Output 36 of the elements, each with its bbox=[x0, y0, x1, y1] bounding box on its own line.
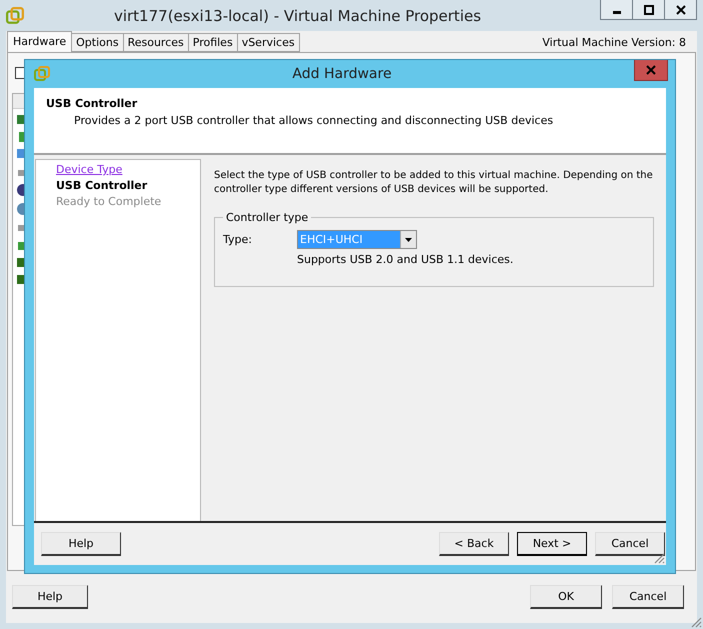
resize-grip[interactable] bbox=[653, 552, 665, 564]
minimize-icon bbox=[612, 11, 620, 14]
vm-logo-icon bbox=[34, 66, 50, 82]
maximize-button[interactable] bbox=[632, 0, 665, 20]
dialog-title: Add Hardware bbox=[291, 66, 393, 82]
wizard-button[interactable]: Cancel bbox=[595, 532, 665, 556]
wizard-button[interactable]: < Back bbox=[439, 532, 509, 556]
tab[interactable]: Profiles bbox=[188, 33, 238, 52]
maximize-icon bbox=[644, 4, 654, 14]
header-description: Provides a 2 port USB controller that allows connecting and disconnecting USB devices bbox=[73, 114, 554, 127]
vm-logo-icon bbox=[6, 6, 24, 24]
close-icon bbox=[646, 65, 656, 75]
step-label: Ready to Complete bbox=[56, 195, 162, 208]
step-label: USB Controller bbox=[56, 179, 148, 192]
header-title: USB Controller bbox=[46, 97, 138, 110]
tab[interactable]: Options bbox=[71, 33, 124, 52]
group-legend: Controller type bbox=[223, 211, 312, 224]
hint-text: Supports USB 2.0 and USB 1.1 devices. bbox=[297, 253, 514, 266]
tab[interactable]: Resources bbox=[122, 33, 189, 52]
version-label: Virtual Machine Version: 8 bbox=[542, 36, 686, 49]
close-icon bbox=[676, 4, 686, 14]
cancel-button[interactable]: Cancel bbox=[612, 585, 684, 609]
minimize-button[interactable] bbox=[600, 0, 633, 20]
tab[interactable]: Hardware bbox=[7, 31, 72, 52]
window-title: virt177(esxi13-local) - Virtual Machine Properties bbox=[112, 6, 482, 24]
intro-text: Select the type of USB controller to be added to this virtual machine. Depending on the controller type different versions of USB devices will be supported. bbox=[214, 169, 654, 197]
help-button[interactable]: Help bbox=[12, 585, 88, 609]
caret-icon bbox=[405, 238, 412, 242]
step-link[interactable]: Device Type bbox=[56, 163, 200, 176]
field-label: Type: bbox=[223, 233, 253, 246]
help-button[interactable]: Help bbox=[41, 532, 121, 556]
ok-button[interactable]: OK bbox=[530, 585, 602, 609]
close-button[interactable] bbox=[664, 0, 697, 20]
wizard-button[interactable]: Next > bbox=[517, 532, 587, 556]
tab[interactable]: vServices bbox=[236, 33, 300, 52]
resize-grip[interactable] bbox=[690, 616, 702, 628]
